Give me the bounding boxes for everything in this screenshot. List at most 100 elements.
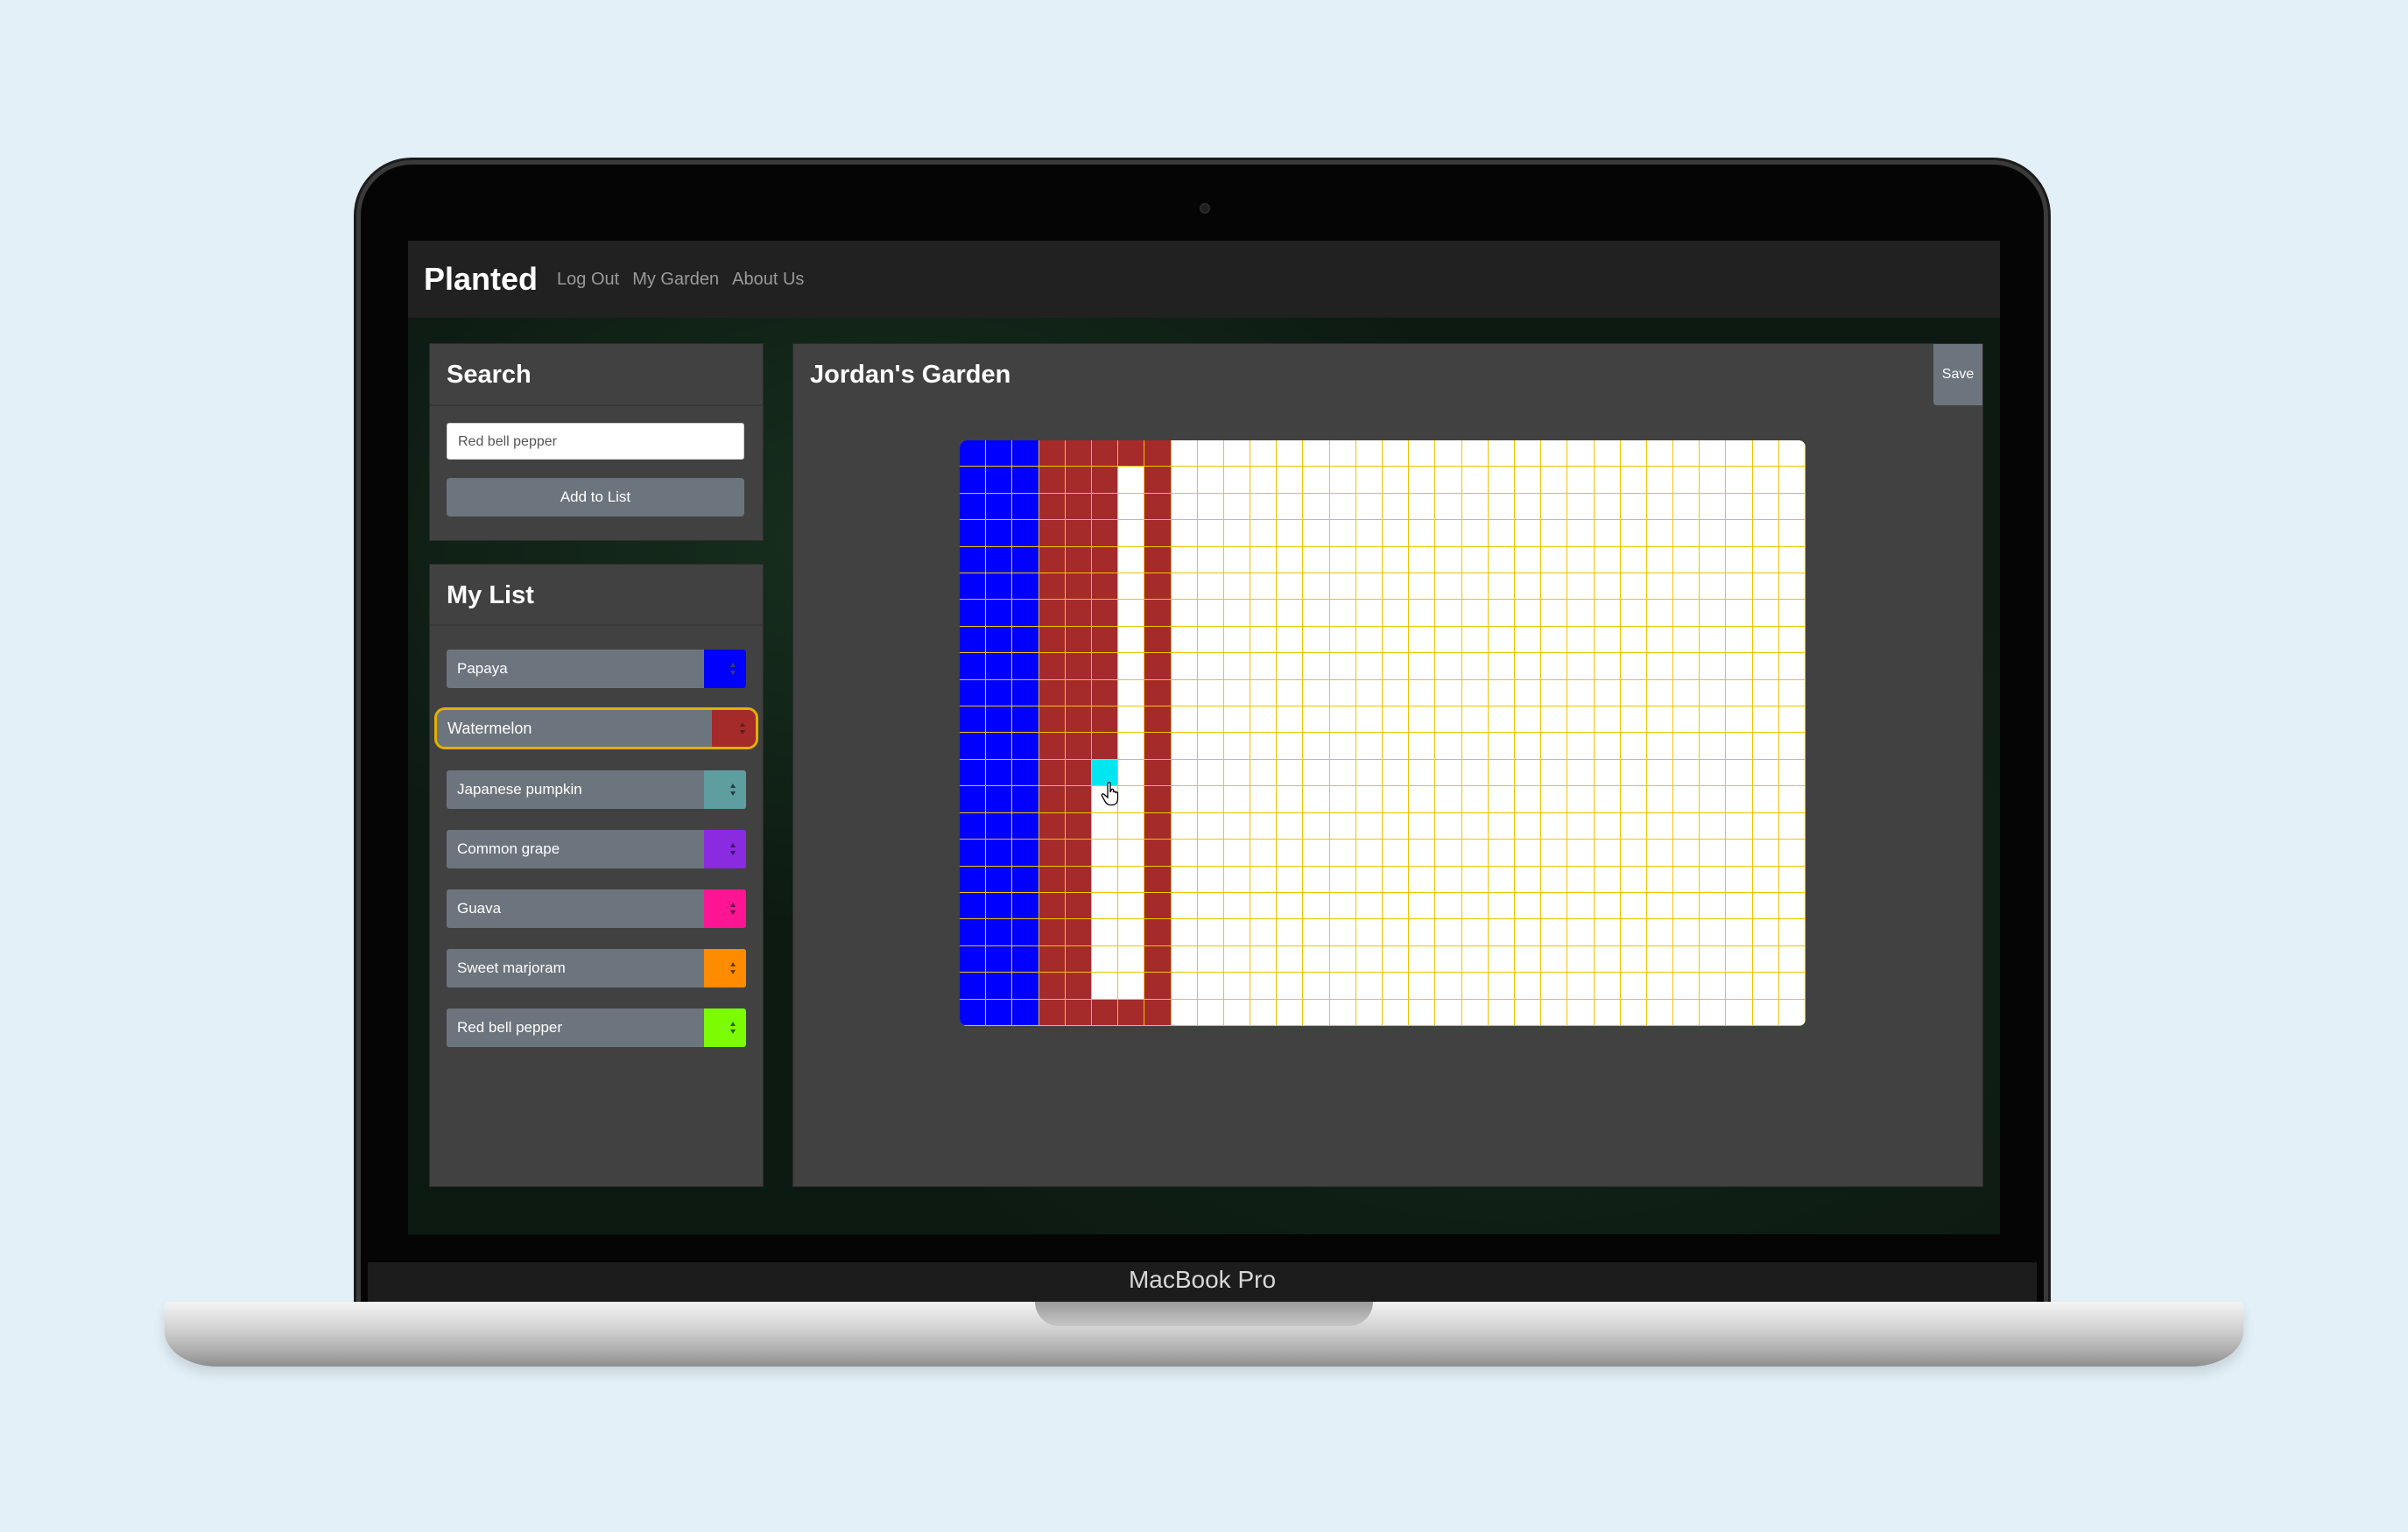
garden-cell[interactable] — [1383, 999, 1410, 1026]
garden-cell[interactable] — [1541, 440, 1568, 467]
garden-cell[interactable] — [1171, 573, 1198, 601]
garden-cell[interactable] — [1091, 653, 1119, 680]
garden-cell[interactable] — [1488, 733, 1515, 760]
garden-cell[interactable] — [986, 786, 1013, 813]
garden-cell[interactable] — [1514, 973, 1542, 1000]
garden-cell[interactable] — [1091, 546, 1119, 574]
garden-cell[interactable] — [1012, 866, 1039, 893]
garden-cell[interactable] — [1673, 892, 1700, 920]
list-item-japanese-pumpkin[interactable]: Japanese pumpkin — [447, 770, 746, 809]
color-picker[interactable] — [704, 770, 746, 809]
garden-cell[interactable] — [1514, 812, 1542, 840]
garden-cell[interactable] — [1144, 467, 1172, 494]
garden-cell[interactable] — [1303, 600, 1330, 627]
garden-cell[interactable] — [1277, 520, 1304, 547]
garden-cell[interactable] — [1118, 786, 1145, 813]
garden-cell[interactable] — [1541, 786, 1568, 813]
garden-cell[interactable] — [1488, 573, 1515, 601]
garden-cell[interactable] — [986, 546, 1013, 574]
garden-cell[interactable] — [1567, 520, 1595, 547]
garden-cell[interactable] — [1197, 600, 1224, 627]
garden-cell[interactable] — [986, 706, 1013, 734]
garden-cell[interactable] — [1383, 892, 1410, 920]
garden-cell[interactable] — [1250, 706, 1278, 734]
garden-cell[interactable] — [1594, 467, 1621, 494]
garden-cell[interactable] — [986, 999, 1013, 1026]
garden-cell[interactable] — [1778, 945, 1806, 973]
garden-cell[interactable] — [1700, 573, 1727, 601]
garden-cell[interactable] — [1355, 812, 1383, 840]
garden-cell[interactable] — [1144, 786, 1172, 813]
garden-cell[interactable] — [1171, 520, 1198, 547]
garden-cell[interactable] — [1277, 945, 1304, 973]
garden-cell[interactable] — [1541, 840, 1568, 867]
garden-cell[interactable] — [1673, 973, 1700, 1000]
garden-cell[interactable] — [1673, 653, 1700, 680]
garden-cell[interactable] — [1514, 840, 1542, 867]
garden-cell[interactable] — [1752, 866, 1779, 893]
garden-cell[interactable] — [1303, 812, 1330, 840]
garden-cell[interactable] — [1435, 892, 1462, 920]
garden-cell[interactable] — [1567, 653, 1595, 680]
garden-cell[interactable] — [1250, 467, 1278, 494]
garden-cell[interactable] — [1303, 706, 1330, 734]
garden-cell[interactable] — [1171, 467, 1198, 494]
garden-cell[interactable] — [1409, 973, 1436, 1000]
garden-cell[interactable] — [1329, 573, 1356, 601]
garden-cell[interactable] — [1567, 840, 1595, 867]
garden-cell[interactable] — [1620, 973, 1647, 1000]
garden-cell[interactable] — [1277, 493, 1304, 521]
garden-cell[interactable] — [1383, 600, 1410, 627]
garden-cell[interactable] — [1277, 812, 1304, 840]
garden-cell[interactable] — [1197, 999, 1224, 1026]
garden-cell[interactable] — [1435, 679, 1462, 707]
garden-cell[interactable] — [1461, 840, 1489, 867]
garden-cell[interactable] — [1700, 626, 1727, 654]
garden-cell[interactable] — [1409, 493, 1436, 521]
garden-cell[interactable] — [1778, 653, 1806, 680]
garden-cell[interactable] — [1303, 999, 1330, 1026]
garden-cell[interactable] — [1329, 440, 1356, 467]
garden-cell[interactable] — [1514, 919, 1542, 946]
garden-cell[interactable] — [1488, 440, 1515, 467]
garden-cell[interactable] — [1355, 999, 1383, 1026]
garden-cell[interactable] — [1091, 866, 1119, 893]
garden-cell[interactable] — [1435, 546, 1462, 574]
garden-cell[interactable] — [1567, 919, 1595, 946]
garden-cell[interactable] — [1541, 892, 1568, 920]
garden-cell[interactable] — [1514, 786, 1542, 813]
garden-cell[interactable] — [1646, 786, 1674, 813]
garden-cell[interactable] — [1118, 706, 1145, 734]
garden-cell[interactable] — [1118, 892, 1145, 920]
garden-cell[interactable] — [1541, 679, 1568, 707]
garden-cell[interactable] — [1752, 573, 1779, 601]
garden-cell[interactable] — [1277, 973, 1304, 1000]
garden-cell[interactable] — [1514, 467, 1542, 494]
garden-cell[interactable] — [1065, 520, 1092, 547]
garden-cell[interactable] — [1091, 733, 1119, 760]
garden-cell[interactable] — [1567, 733, 1595, 760]
garden-cell[interactable] — [1250, 546, 1278, 574]
garden-cell[interactable] — [1673, 786, 1700, 813]
garden-cell[interactable] — [1118, 733, 1145, 760]
garden-cell[interactable] — [1039, 440, 1066, 467]
garden-cell[interactable] — [1012, 892, 1039, 920]
garden-cell[interactable] — [1277, 840, 1304, 867]
garden-cell[interactable] — [1250, 520, 1278, 547]
garden-cell[interactable] — [1329, 919, 1356, 946]
garden-cell[interactable] — [1223, 706, 1251, 734]
garden-cell[interactable] — [1171, 919, 1198, 946]
garden-cell[interactable] — [1039, 866, 1066, 893]
garden-cell[interactable] — [1277, 759, 1304, 787]
garden-cell[interactable] — [1277, 706, 1304, 734]
garden-cell[interactable] — [1778, 440, 1806, 467]
garden-cell[interactable] — [1277, 600, 1304, 627]
garden-cell[interactable] — [1329, 600, 1356, 627]
garden-cell[interactable] — [1065, 812, 1092, 840]
garden-cell[interactable] — [1435, 919, 1462, 946]
garden-cell[interactable] — [1303, 919, 1330, 946]
garden-cell[interactable] — [1197, 679, 1224, 707]
garden-cell[interactable] — [960, 706, 987, 734]
garden-cell[interactable] — [1488, 600, 1515, 627]
garden-cell[interactable] — [960, 520, 987, 547]
